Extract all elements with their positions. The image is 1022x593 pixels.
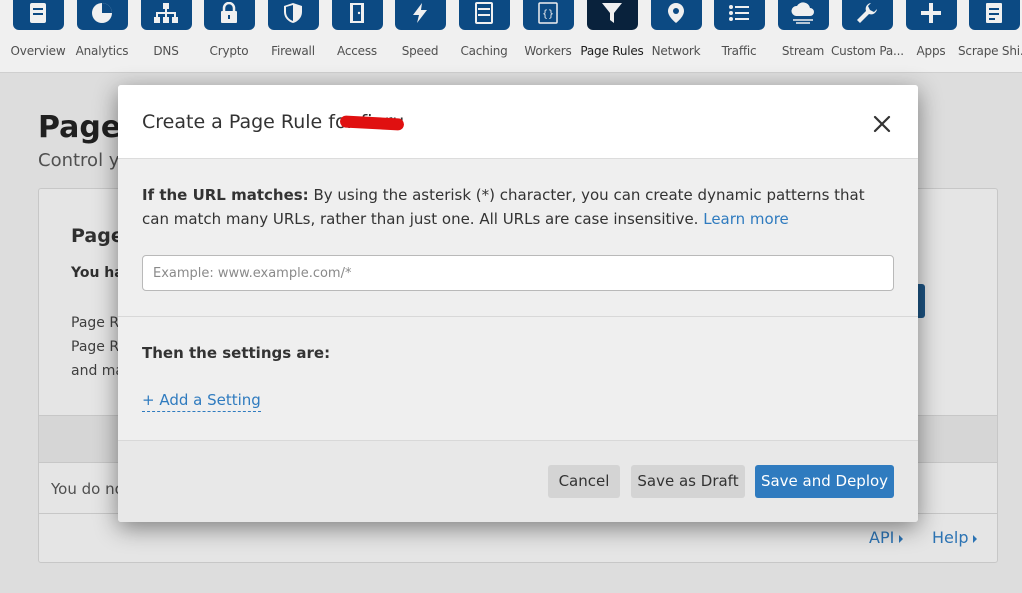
url-match-description: If the URL matches: By using the asteris… <box>142 183 894 231</box>
url-match-label: If the URL matches: <box>142 186 309 204</box>
close-button[interactable] <box>870 112 894 136</box>
url-match-section: If the URL matches: By using the asteris… <box>118 159 918 317</box>
learn-more-link[interactable]: Learn more <box>703 210 789 228</box>
url-pattern-input[interactable] <box>142 255 894 291</box>
save-as-draft-button[interactable]: Save as Draft <box>631 465 745 498</box>
save-and-deploy-button[interactable]: Save and Deploy <box>755 465 894 498</box>
cancel-button[interactable]: Cancel <box>548 465 620 498</box>
settings-title: Then the settings are: <box>142 344 331 362</box>
modal-header: Create a Page Rule for fi .ru <box>118 85 918 159</box>
settings-section: Then the settings are: + Add a Setting <box>118 317 918 441</box>
close-icon <box>873 115 891 133</box>
modal-footer: Cancel Save as Draft Save and Deploy <box>118 441 918 522</box>
create-page-rule-dialog: Create a Page Rule for fi .ru If the URL… <box>118 85 918 522</box>
add-setting-link[interactable]: + Add a Setting <box>142 391 261 412</box>
